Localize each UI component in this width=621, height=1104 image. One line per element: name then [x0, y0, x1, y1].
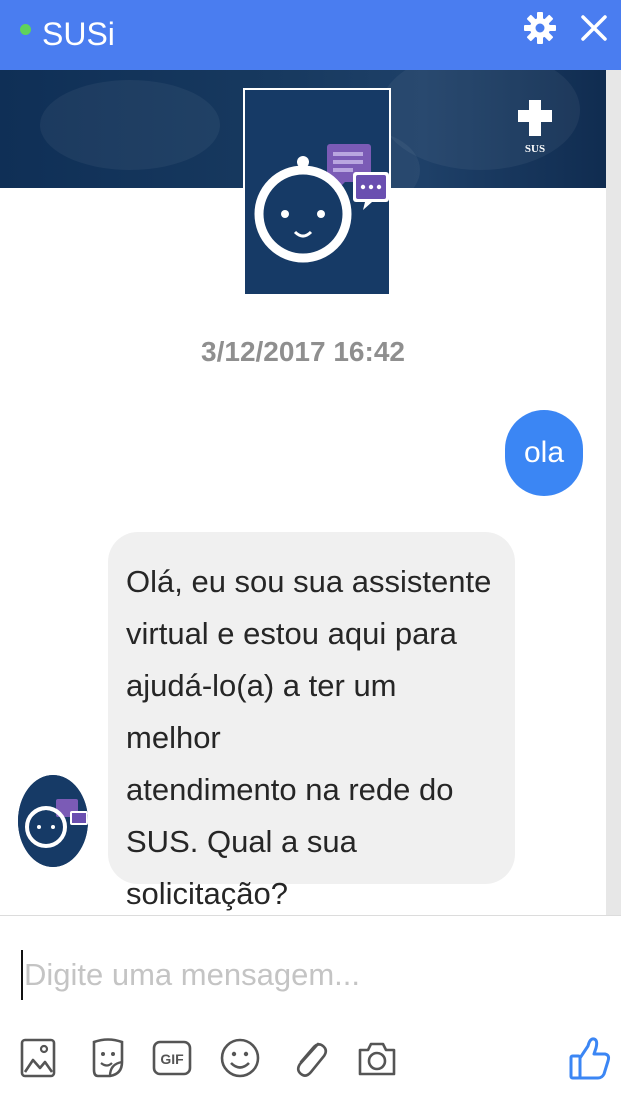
- bot-avatar-icon: [245, 90, 389, 294]
- attachment-icon[interactable]: [288, 1030, 332, 1086]
- thumbs-up-icon[interactable]: [568, 1030, 612, 1086]
- bot-message-line: virtual e estou aqui para: [126, 616, 457, 651]
- bot-message-line: atendimento na rede do: [126, 772, 454, 807]
- bot-message-line: ajudá-lo(a) a ter um melhor: [126, 668, 397, 755]
- text-cursor: [21, 950, 23, 1000]
- scrollbar-track[interactable]: [606, 70, 621, 915]
- close-icon[interactable]: [574, 8, 614, 48]
- online-status-dot: [20, 24, 31, 35]
- chat-title: SUSi: [42, 16, 115, 52]
- bot-avatar-large: [243, 88, 391, 296]
- chat-header: SUSi: [0, 0, 621, 70]
- bot-message-line: SUS. Qual a sua: [126, 824, 357, 859]
- camera-icon[interactable]: [355, 1030, 399, 1086]
- bot-message-bubble: Olá, eu sou sua assistente virtual e est…: [108, 532, 515, 911]
- conversation-timestamp: 3/12/2017 16:42: [201, 336, 405, 367]
- sus-logo-text: SUS: [525, 143, 545, 155]
- gif-icon[interactable]: GIF: [150, 1030, 194, 1086]
- bot-avatar-small-icon: [18, 775, 88, 867]
- user-message-text: ola: [523, 436, 565, 469]
- gif-label: GIF: [160, 1051, 184, 1067]
- sticker-icon[interactable]: [86, 1030, 130, 1086]
- bot-avatar-small: [18, 775, 88, 867]
- gear-icon[interactable]: [520, 8, 560, 48]
- emoji-icon[interactable]: [218, 1030, 262, 1086]
- sus-logo-icon: SUS: [518, 100, 552, 155]
- user-message-bubble: ola: [505, 410, 583, 496]
- image-icon[interactable]: [16, 1030, 60, 1086]
- bot-message-line: Olá, eu sou sua assistente: [126, 564, 492, 599]
- message-input[interactable]: [24, 948, 584, 1002]
- bot-message-line: solicitação?: [126, 876, 288, 911]
